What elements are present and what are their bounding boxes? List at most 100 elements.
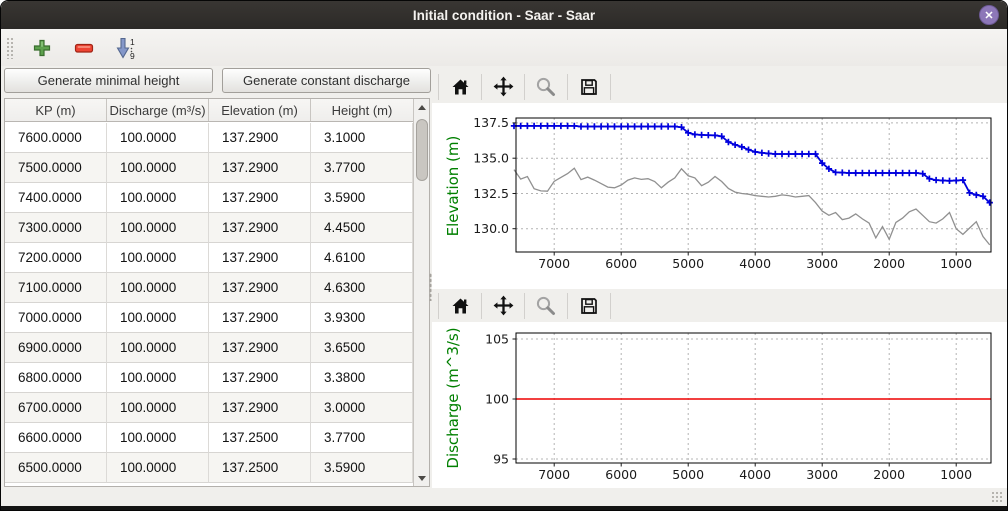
table-cell[interactable]: 7600.0000 [5, 123, 107, 153]
window-bottom-edge [1, 506, 1007, 511]
table-cell[interactable]: 137.2900 [209, 333, 311, 363]
table-row: 7400.0000100.0000137.29003.5900 [5, 183, 413, 213]
table-cell[interactable]: 6900.0000 [5, 333, 107, 363]
table-cell[interactable]: 7000.0000 [5, 303, 107, 333]
generate-constant-discharge-button[interactable]: Generate constant discharge [222, 68, 431, 93]
table-body: 7600.0000100.0000137.29003.10007500.0000… [5, 123, 413, 486]
save-button[interactable] [574, 292, 604, 320]
titlebar[interactable]: Initial condition - Saar - Saar ✕ [1, 1, 1007, 29]
table-cell[interactable]: 6700.0000 [5, 393, 107, 423]
table-cell[interactable]: 100.0000 [107, 303, 209, 333]
scroll-down-button[interactable] [414, 470, 429, 486]
table-cell[interactable]: 3.7700 [311, 423, 413, 453]
table-cell[interactable]: 137.2900 [209, 303, 311, 333]
table-cell[interactable]: 4.6300 [311, 273, 413, 303]
table-cell[interactable]: 7400.0000 [5, 183, 107, 213]
table-cell[interactable]: 7100.0000 [5, 273, 107, 303]
initial-condition-table: KP (m)Discharge (m³/s)Elevation (m)Heigh… [4, 98, 430, 487]
discharge-chart[interactable]: 700060005000400030002000100010510095 [432, 322, 1008, 488]
elevation-chart[interactable]: 7000600050004000300020001000137.5135.013… [432, 103, 1008, 289]
scroll-up-button[interactable] [414, 99, 429, 115]
table-cell[interactable]: 137.2500 [209, 453, 311, 483]
table-scrollbar[interactable] [413, 99, 429, 486]
table-cell[interactable]: 100.0000 [107, 423, 209, 453]
home-icon [450, 77, 471, 97]
add-row-icon [32, 38, 52, 58]
table-cell[interactable]: 100.0000 [107, 363, 209, 393]
table-row: 7200.0000100.0000137.29004.6100 [5, 243, 413, 273]
svg-text:9: 9 [130, 51, 135, 60]
discharge-plot-toolbar [432, 289, 1008, 322]
table-cell[interactable]: 137.2900 [209, 213, 311, 243]
table-cell[interactable]: 4.4500 [311, 213, 413, 243]
svg-text:2000: 2000 [873, 256, 905, 271]
table-cell[interactable]: 7300.0000 [5, 213, 107, 243]
generate-minimal-height-button[interactable]: Generate minimal height [4, 68, 213, 93]
table-cell[interactable]: 137.2900 [209, 273, 311, 303]
resize-grip-icon[interactable] [991, 491, 1004, 504]
table-cell[interactable]: 100.0000 [107, 453, 209, 483]
table-cell[interactable]: 6600.0000 [5, 423, 107, 453]
table-row: 6700.0000100.0000137.29003.0000 [5, 393, 413, 423]
table-cell[interactable]: 100.0000 [107, 333, 209, 363]
table-cell[interactable]: 100.0000 [107, 213, 209, 243]
table-cell[interactable]: 100.0000 [107, 123, 209, 153]
save-icon [579, 296, 599, 316]
svg-text:1000: 1000 [940, 256, 972, 271]
remove-row-icon [73, 38, 95, 58]
table-cell[interactable]: 3.0000 [311, 393, 413, 423]
svg-text:4000: 4000 [739, 256, 771, 271]
table-cell[interactable]: 3.9300 [311, 303, 413, 333]
table-cell[interactable]: 4.6100 [311, 243, 413, 273]
svg-text:3000: 3000 [806, 256, 838, 271]
add-row-button[interactable] [29, 35, 55, 61]
home-button[interactable] [445, 73, 475, 101]
table-cell[interactable]: 3.5900 [311, 453, 413, 483]
table-cell[interactable]: 100.0000 [107, 153, 209, 183]
table-cell[interactable]: 6500.0000 [5, 453, 107, 483]
table-cell[interactable]: 3.3800 [311, 363, 413, 393]
table-cell[interactable]: 100.0000 [107, 393, 209, 423]
table-cell[interactable]: 3.6500 [311, 333, 413, 363]
table-cell[interactable]: 3.5900 [311, 183, 413, 213]
elevation-figure[interactable]: 7000600050004000300020001000137.5135.013… [432, 103, 1008, 289]
pan-icon [492, 294, 515, 317]
elevation-plot-toolbar [432, 70, 1008, 103]
table-cell[interactable]: 137.2900 [209, 153, 311, 183]
statusbar [1, 488, 1007, 506]
table-cell[interactable]: 137.2900 [209, 183, 311, 213]
sort-button[interactable]: 1 9 [113, 35, 139, 61]
table-row: 7600.0000100.0000137.29003.1000 [5, 123, 413, 153]
toolbar-drag-handle-icon[interactable] [6, 37, 13, 59]
scrollbar-thumb[interactable] [416, 119, 428, 181]
separator [567, 74, 568, 100]
table-cell[interactable]: 137.2900 [209, 243, 311, 273]
table-cell[interactable]: 3.7700 [311, 153, 413, 183]
table-cell[interactable]: 3.1000 [311, 123, 413, 153]
table-cell[interactable]: 137.2900 [209, 363, 311, 393]
close-button[interactable]: ✕ [979, 5, 999, 25]
table-cell[interactable]: 100.0000 [107, 273, 209, 303]
plot-spines [516, 333, 991, 463]
table-cell[interactable]: 137.2900 [209, 123, 311, 153]
pan-button[interactable] [488, 292, 518, 320]
zoom-button[interactable] [531, 73, 561, 101]
table-row: 7500.0000100.0000137.29003.7700 [5, 153, 413, 183]
svg-text:105: 105 [485, 331, 509, 346]
separator [481, 293, 482, 319]
home-button[interactable] [445, 292, 475, 320]
table-cell[interactable]: 100.0000 [107, 243, 209, 273]
save-button[interactable] [574, 73, 604, 101]
remove-row-button[interactable] [71, 35, 97, 61]
table-cell[interactable]: 137.2900 [209, 393, 311, 423]
zoom-button[interactable] [531, 292, 561, 320]
svg-text:132.5: 132.5 [473, 186, 509, 201]
table-cell[interactable]: 7200.0000 [5, 243, 107, 273]
table-cell[interactable]: 6800.0000 [5, 363, 107, 393]
table-row: 7100.0000100.0000137.29004.6300 [5, 273, 413, 303]
table-cell[interactable]: 7500.0000 [5, 153, 107, 183]
table-cell[interactable]: 100.0000 [107, 183, 209, 213]
discharge-figure[interactable]: 700060005000400030002000100010510095 [432, 322, 1008, 488]
table-cell[interactable]: 137.2500 [209, 423, 311, 453]
pan-button[interactable] [488, 73, 518, 101]
